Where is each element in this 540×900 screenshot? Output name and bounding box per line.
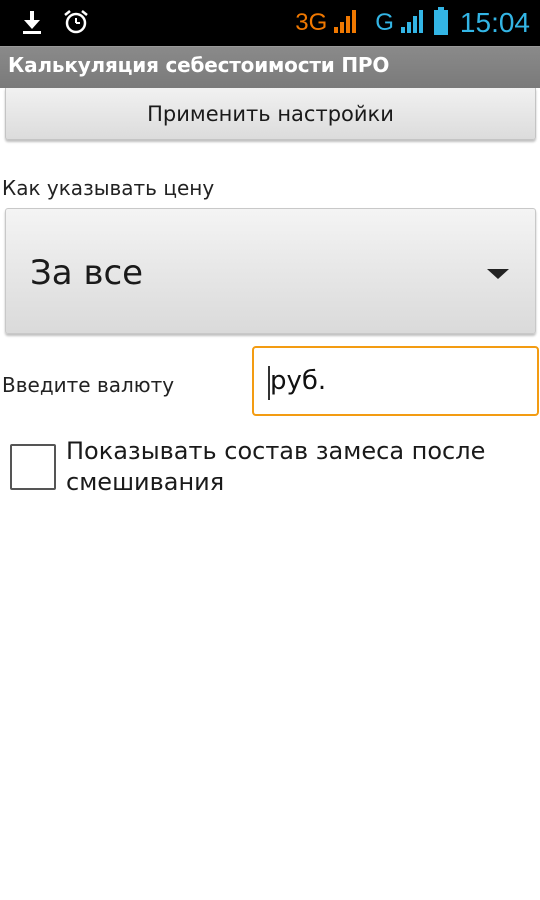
signal-icon bbox=[333, 7, 359, 39]
currency-input[interactable] bbox=[252, 346, 539, 416]
apply-settings-button[interactable]: Применить настройки bbox=[5, 88, 536, 140]
alarm-icon bbox=[62, 8, 90, 40]
network-type-1: 3G bbox=[295, 9, 328, 36]
app-title-bar: Калькуляция себестоимости ПРО bbox=[0, 46, 540, 88]
status-bar-left bbox=[20, 8, 90, 40]
show-mix-checkbox-label[interactable]: Показывать состав замеса после смешивани… bbox=[66, 436, 536, 498]
battery-icon bbox=[432, 6, 450, 40]
text-cursor bbox=[268, 366, 270, 400]
download-icon bbox=[20, 9, 44, 39]
clock: 15:04 bbox=[459, 7, 530, 38]
status-bar: 3G G 15:04 bbox=[0, 0, 540, 46]
status-bar-right: 3G G 15:04 bbox=[295, 4, 530, 42]
currency-label: Введите валюту bbox=[2, 373, 175, 397]
price-mode-spinner[interactable]: За все bbox=[5, 208, 536, 334]
signal-icon bbox=[400, 7, 426, 39]
dropdown-arrow-icon bbox=[487, 269, 509, 279]
show-mix-checkbox[interactable] bbox=[10, 444, 56, 490]
price-mode-label: Как указывать цену bbox=[2, 176, 215, 200]
app-title: Калькуляция себестоимости ПРО bbox=[8, 53, 390, 77]
price-mode-selected: За все bbox=[30, 253, 144, 293]
network-type-2: G bbox=[375, 9, 394, 36]
